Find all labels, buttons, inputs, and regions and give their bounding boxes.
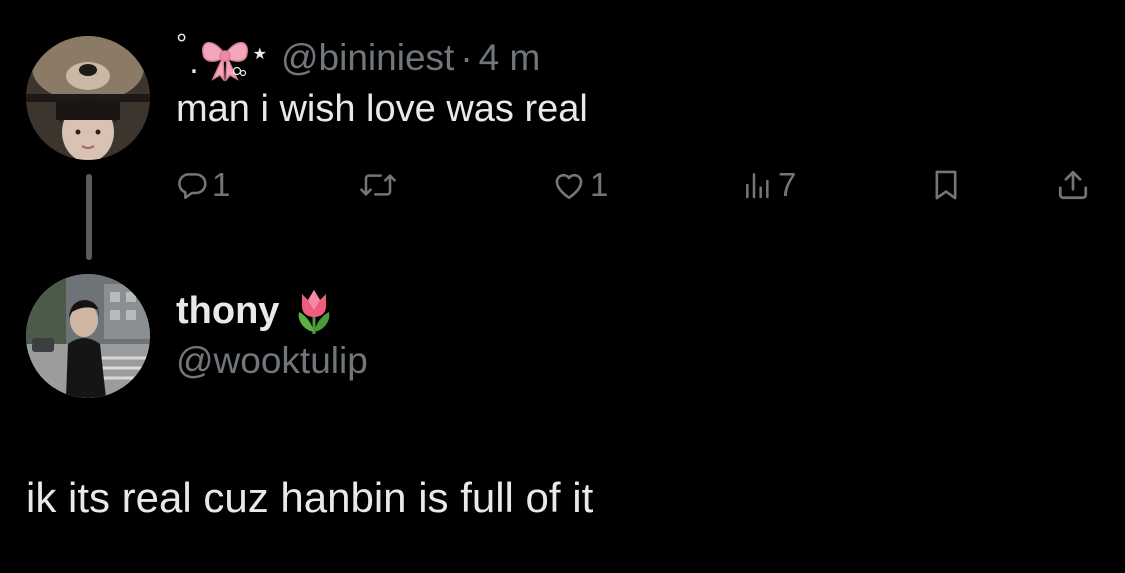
reply-tweet-text: ik its real cuz hanbin is full of it — [26, 474, 594, 521]
handle-decoration: ° . ★ — [176, 28, 267, 88]
avatar-image — [26, 36, 150, 160]
reply-count: 1 — [212, 166, 231, 203]
retweet-button[interactable] — [358, 160, 398, 210]
retweet-icon — [360, 174, 396, 196]
parent-tweet-header: ° . ★ @bininiest · 4 m — [176, 28, 540, 88]
avatar-bininiest[interactable] — [26, 36, 150, 160]
dot-icon: . — [189, 42, 199, 81]
share-button[interactable] — [1056, 160, 1090, 210]
share-icon — [1058, 170, 1088, 200]
bookmark-button[interactable] — [930, 160, 962, 210]
reply-display-name[interactable]: thony — [176, 290, 279, 333]
reply-author-row: thony — [176, 286, 335, 336]
avatar-wooktulip[interactable] — [26, 274, 150, 398]
bow-icon — [201, 42, 248, 81]
tulip-icon — [299, 290, 330, 334]
views-button[interactable]: 7 — [742, 160, 796, 210]
reply-author-handle[interactable]: @wooktulip — [176, 340, 368, 382]
like-count: 1 — [590, 166, 609, 203]
parent-tweet-text: man i wish love was real — [176, 88, 588, 130]
parent-action-bar: 1 1 7 — [0, 160, 1125, 210]
star-icon: ★ — [252, 46, 267, 63]
views-icon — [746, 173, 769, 199]
ring-dot-icon: ° — [176, 28, 188, 59]
parent-timestamp[interactable]: 4 m — [479, 37, 541, 79]
reply-icon — [178, 173, 207, 199]
views-count: 7 — [778, 166, 797, 203]
reply-button[interactable]: 1 — [176, 160, 230, 210]
separator: · — [460, 37, 473, 78]
parent-author-handle[interactable]: @bininiest — [281, 37, 454, 79]
bookmark-icon — [935, 170, 957, 200]
avatar-image — [26, 274, 150, 398]
heart-icon — [555, 173, 583, 200]
like-button[interactable]: 1 — [552, 160, 608, 210]
